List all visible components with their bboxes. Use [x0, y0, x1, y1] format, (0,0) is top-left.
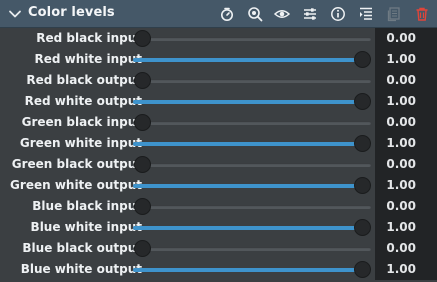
value-text: 0.00	[386, 31, 416, 45]
timer-icon[interactable]	[218, 5, 236, 23]
row-label: Blue black output	[22, 241, 142, 255]
slider-fill	[133, 226, 362, 230]
row-blue-black-output: Blue black output 0.00	[0, 238, 437, 259]
value-text: 1.00	[386, 94, 416, 108]
info-icon[interactable]	[329, 5, 347, 23]
row-label: Green black input	[21, 115, 142, 129]
value-box[interactable]: 1.00	[375, 217, 437, 238]
value-text: 1.00	[386, 136, 416, 150]
row-label: Red white output	[24, 94, 142, 108]
slider-knob[interactable]	[354, 93, 371, 110]
value-box[interactable]: 1.00	[375, 175, 437, 196]
zoom-icon[interactable]	[246, 5, 264, 23]
slider-fill	[133, 58, 362, 62]
row-green-black-input: Green black input 0.00	[0, 112, 437, 133]
row-label: Blue black input	[32, 199, 142, 213]
slider-track[interactable]	[133, 37, 371, 41]
value-box[interactable]: 0.00	[375, 28, 437, 49]
value-text: 1.00	[386, 178, 416, 192]
row-blue-white-input: Blue white input 1.00	[0, 217, 437, 238]
value-box[interactable]: 0.00	[375, 196, 437, 217]
slider-knob[interactable]	[134, 72, 151, 89]
row-label: Blue white input	[30, 220, 142, 234]
slider-track[interactable]	[133, 163, 371, 167]
slider-fill	[133, 268, 362, 272]
eye-icon[interactable]	[273, 5, 291, 23]
slider-knob[interactable]	[134, 156, 151, 173]
copy-icon[interactable]	[385, 5, 403, 23]
value-text: 0.00	[386, 241, 416, 255]
row-red-black-output: Red black output 0.00	[0, 70, 437, 91]
value-text: 1.00	[386, 262, 416, 276]
row-label: Green white output	[10, 178, 142, 192]
slider-knob[interactable]	[354, 219, 371, 236]
value-box[interactable]: 0.00	[375, 70, 437, 91]
row-green-white-input: Green white input 1.00	[0, 133, 437, 154]
value-box[interactable]: 1.00	[375, 133, 437, 154]
slider-knob[interactable]	[354, 177, 371, 194]
row-label: Red white input	[34, 52, 142, 66]
value-text: 0.00	[386, 157, 416, 171]
value-box[interactable]: 0.00	[375, 238, 437, 259]
slider-track[interactable]	[133, 184, 371, 188]
trash-icon[interactable]	[413, 5, 431, 23]
slider-knob[interactable]	[134, 30, 151, 47]
slider-knob[interactable]	[134, 198, 151, 215]
slider-knob[interactable]	[134, 114, 151, 131]
row-label: Green white input	[19, 136, 142, 150]
slider-knob[interactable]	[354, 261, 371, 278]
slider-track[interactable]	[133, 58, 371, 62]
row-green-black-output: Green black output 0.00	[0, 154, 437, 175]
slider-track[interactable]	[133, 79, 371, 83]
slider-track[interactable]	[133, 142, 371, 146]
slider-knob[interactable]	[354, 135, 371, 152]
slider-fill	[133, 184, 362, 188]
panel-header[interactable]: Color levels	[0, 0, 437, 28]
slider-knob[interactable]	[354, 51, 371, 68]
slider-track[interactable]	[133, 205, 371, 209]
row-label: Green black output	[11, 157, 142, 171]
chevron-down-icon[interactable]	[7, 6, 23, 22]
value-text: 0.00	[386, 115, 416, 129]
slider-track[interactable]	[133, 226, 371, 230]
slider-track[interactable]	[133, 121, 371, 125]
value-text: 0.00	[386, 73, 416, 87]
row-label: Red black output	[26, 73, 142, 87]
value-text: 0.00	[386, 199, 416, 213]
list-icon[interactable]	[357, 5, 375, 23]
slider-fill	[133, 142, 362, 146]
row-red-white-input: Red white input 1.00	[0, 49, 437, 70]
value-box[interactable]: 1.00	[375, 91, 437, 112]
value-box[interactable]: 1.00	[375, 49, 437, 70]
row-red-white-output: Red white output 1.00	[0, 91, 437, 112]
panel-title: Color levels	[28, 5, 115, 20]
row-green-white-output: Green white output 1.00	[0, 175, 437, 196]
row-red-black-input: Red black input 0.00	[0, 28, 437, 49]
slider-track[interactable]	[133, 100, 371, 104]
value-box[interactable]: 0.00	[375, 154, 437, 175]
value-box[interactable]: 1.00	[375, 259, 437, 280]
slider-fill	[133, 100, 362, 104]
value-text: 1.00	[386, 220, 416, 234]
slider-track[interactable]	[133, 268, 371, 272]
value-box[interactable]: 0.00	[375, 112, 437, 133]
row-label: Blue white output	[20, 262, 142, 276]
slider-knob[interactable]	[134, 240, 151, 257]
slider-track[interactable]	[133, 247, 371, 251]
sliders-icon[interactable]	[301, 5, 319, 23]
row-blue-white-output: Blue white output 1.00	[0, 259, 437, 280]
row-blue-black-input: Blue black input 0.00	[0, 196, 437, 217]
row-label: Red black input	[36, 31, 142, 45]
value-text: 1.00	[386, 52, 416, 66]
